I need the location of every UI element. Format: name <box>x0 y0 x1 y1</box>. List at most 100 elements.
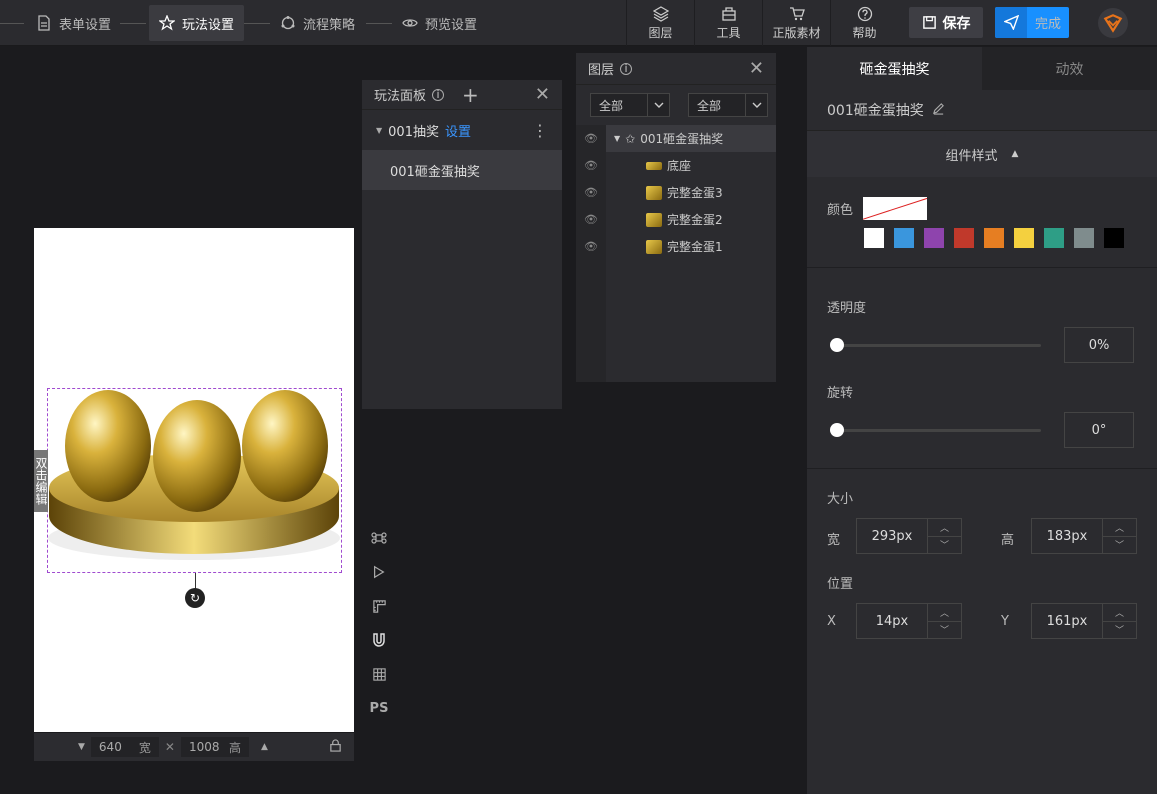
chevron-up-icon[interactable]: ︿ <box>1103 519 1136 537</box>
opacity-slider-knob[interactable] <box>830 338 844 352</box>
cart-icon <box>789 6 805 20</box>
double-click-edit-tag[interactable]: 双击编辑 <box>34 450 48 512</box>
chevron-down-icon <box>647 94 669 116</box>
color-swatch[interactable] <box>954 228 974 248</box>
toolbox-icon <box>721 6 736 21</box>
chevron-down-icon <box>745 94 767 116</box>
eye-icon[interactable]: 👁 <box>576 132 606 145</box>
color-picker[interactable] <box>863 197 928 220</box>
eye-icon[interactable]: 👁 <box>576 159 606 172</box>
color-swatch[interactable] <box>1074 228 1094 248</box>
width-stepper[interactable]: 293px ︿ ﹀ <box>856 518 962 554</box>
caret-down-icon[interactable]: ▼ <box>78 742 85 752</box>
add-icon[interactable]: + <box>462 83 479 107</box>
chevron-down-icon[interactable]: ﹀ <box>928 622 961 639</box>
toolbar: 图层 工具 正版素材 帮助 <box>626 0 898 46</box>
edit-icon[interactable] <box>932 102 945 119</box>
step-label: 预览设置 <box>425 17 478 33</box>
tab-egg-lottery[interactable]: 砸金蛋抽奖 <box>807 47 982 90</box>
chevron-up-icon[interactable]: ︿ <box>928 519 961 537</box>
save-button[interactable]: 保存 <box>909 7 983 38</box>
magnet-icon[interactable] <box>369 630 389 650</box>
more-icon[interactable]: ⋮ <box>532 121 548 140</box>
info-icon[interactable]: i <box>432 88 445 101</box>
info-icon[interactable]: i <box>620 62 633 75</box>
chevron-down-icon[interactable]: ﹀ <box>928 537 961 554</box>
tab-animation[interactable]: 动效 <box>982 47 1157 90</box>
done-label: 完成 <box>1034 17 1061 32</box>
layer-row[interactable]: 👁 完整金蛋1 <box>576 233 776 260</box>
tool-help-button[interactable]: 帮助 <box>830 0 898 46</box>
selection-box[interactable] <box>47 388 342 573</box>
play-group-settings-link[interactable]: 设置 <box>445 121 471 140</box>
play-panel-header: 玩法面板 i + ✕ <box>362 80 562 110</box>
rotate-value[interactable]: 0° <box>1064 412 1134 448</box>
tool-assets-button[interactable]: 正版素材 <box>762 0 830 46</box>
step-label: 玩法设置 <box>182 17 235 33</box>
eye-icon[interactable]: 👁 <box>576 240 606 253</box>
close-icon[interactable]: ✕ <box>535 84 550 105</box>
brand-logo-icon[interactable] <box>1098 8 1128 38</box>
play-item-row[interactable]: 001砸金蛋抽奖 <box>362 150 562 190</box>
y-value[interactable]: 161px <box>1032 604 1102 638</box>
color-swatch[interactable] <box>864 228 884 248</box>
grid-icon[interactable] <box>369 664 389 684</box>
ruler-icon[interactable] <box>369 596 389 616</box>
close-icon[interactable]: ✕ <box>749 58 764 79</box>
done-button[interactable]: 完成 <box>995 7 1069 38</box>
caret-down-icon[interactable]: ▼ <box>614 134 620 143</box>
width-value[interactable]: 293px <box>857 519 927 553</box>
x-stepper[interactable]: 14px ︿ ﹀ <box>856 603 962 639</box>
layer-row[interactable]: 👁 完整金蛋3 <box>576 179 776 206</box>
x-value[interactable]: 14px <box>857 604 927 638</box>
caret-up-icon[interactable]: ▲ <box>261 742 268 752</box>
star-icon <box>159 15 175 31</box>
y-stepper[interactable]: 161px ︿ ﹀ <box>1031 603 1137 639</box>
rotate-handle-icon[interactable]: ↻ <box>185 588 205 608</box>
color-swatch[interactable] <box>924 228 944 248</box>
chevron-up-icon[interactable]: ︿ <box>1103 604 1136 622</box>
opacity-slider[interactable] <box>831 344 1041 347</box>
layer-filter-select-1[interactable]: 全部 <box>590 93 670 117</box>
tool-toolbox-button[interactable]: 工具 <box>694 0 762 46</box>
opacity-value[interactable]: 0% <box>1064 327 1134 363</box>
rotate-slider[interactable] <box>831 429 1041 432</box>
layer-filter-select-2[interactable]: 全部 <box>688 93 768 117</box>
step-label: 表单设置 <box>59 17 112 33</box>
step-flow-strategy[interactable]: 流程策略 <box>270 5 365 41</box>
chevron-down-icon[interactable]: ﹀ <box>1103 537 1136 554</box>
tool-label: 帮助 <box>852 25 877 40</box>
color-swatch[interactable] <box>1104 228 1124 248</box>
component-title: 001砸金蛋抽奖 <box>827 103 924 119</box>
layer-row[interactable]: 👁 完整金蛋2 <box>576 206 776 233</box>
play-panel: 玩法面板 i + ✕ ▼ 001抽奖 设置 ⋮ 001砸金蛋抽奖 <box>362 80 562 409</box>
height-stepper[interactable]: 183px ︿ ﹀ <box>1031 518 1137 554</box>
play-icon[interactable] <box>369 562 389 582</box>
step-form-settings[interactable]: 表单设置 <box>26 5 121 41</box>
color-swatch[interactable] <box>1044 228 1064 248</box>
component-style-section[interactable]: 组件样式 ▲ <box>807 131 1157 177</box>
tool-layers-button[interactable]: 图层 <box>626 0 694 46</box>
eye-icon[interactable]: 👁 <box>576 213 606 226</box>
chevron-down-icon[interactable]: ﹀ <box>1103 622 1136 639</box>
command-icon[interactable] <box>369 528 389 548</box>
ps-button[interactable]: PS <box>369 698 389 718</box>
rotate-slider-knob[interactable] <box>830 423 844 437</box>
step-play-settings[interactable]: 玩法设置 <box>149 5 245 41</box>
caret-down-icon[interactable]: ▼ <box>376 126 382 135</box>
layer-thumbnail <box>646 239 662 254</box>
color-swatch[interactable] <box>894 228 914 248</box>
step-preview-settings[interactable]: 预览设置 <box>392 5 487 41</box>
layer-row[interactable]: 👁 ▼ ✩ 001砸金蛋抽奖 <box>576 125 776 152</box>
color-swatch[interactable] <box>984 228 1004 248</box>
rotate-label: 旋转 <box>827 386 854 401</box>
lock-icon[interactable] <box>329 739 342 755</box>
chevron-up-icon[interactable]: ︿ <box>928 604 961 622</box>
play-group-row[interactable]: ▼ 001抽奖 设置 ⋮ <box>362 110 562 150</box>
layer-row[interactable]: 👁 底座 <box>576 152 776 179</box>
layer-name: 完整金蛋2 <box>667 213 723 227</box>
color-swatch[interactable] <box>1014 228 1034 248</box>
layer-name: 完整金蛋1 <box>667 240 723 254</box>
eye-icon[interactable]: 👁 <box>576 186 606 199</box>
height-value[interactable]: 183px <box>1032 519 1102 553</box>
